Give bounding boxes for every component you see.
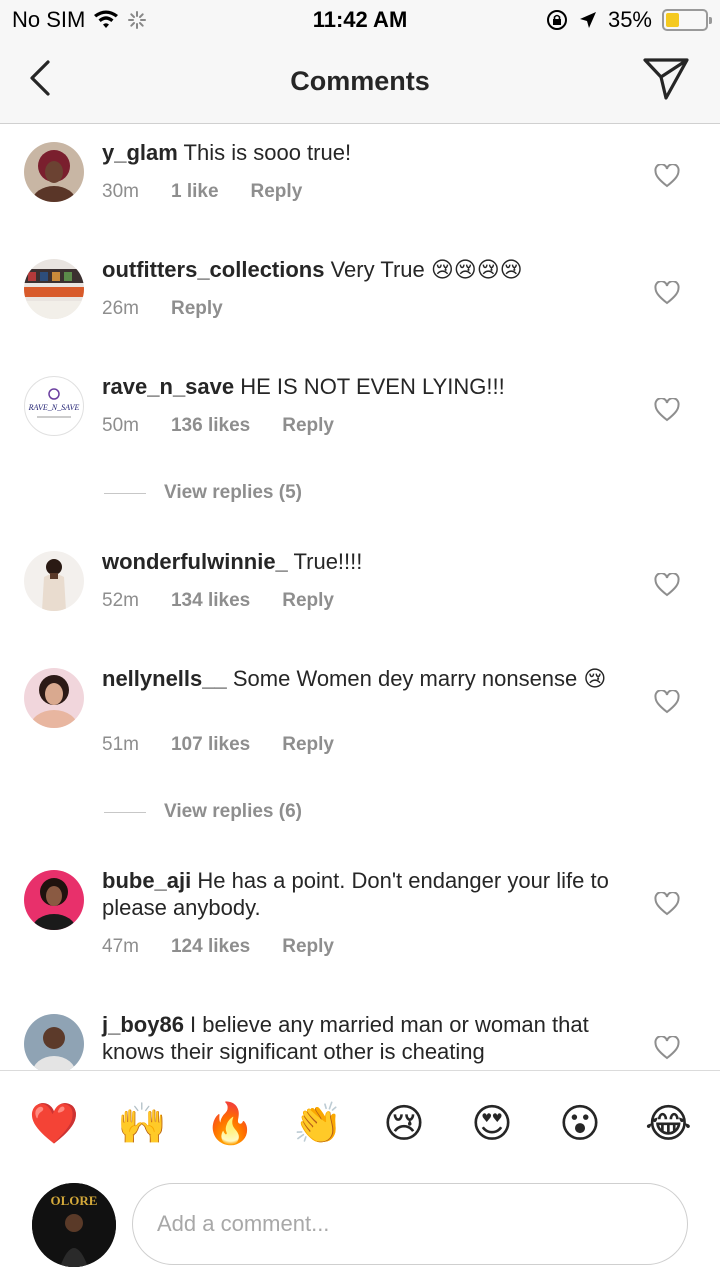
emoji-clapping[interactable]: 👏 [293, 1101, 343, 1147]
avatar[interactable]: RAVE_N_SAVE [24, 376, 84, 436]
rave-avatar-logo-text: RAVE_N_SAVE [28, 403, 80, 412]
comment-time: 47m [102, 936, 139, 957]
comment-username[interactable]: j_boy86 [102, 1012, 184, 1037]
comment-input-bar: OLORE [0, 1175, 720, 1280]
emoji-heart[interactable]: ❤️ [29, 1101, 79, 1147]
comment-body: Very True 😢😢😢😢 [324, 257, 523, 282]
comment-body: HE IS NOT EVEN LYING!!! [234, 374, 505, 399]
reply-button[interactable]: Reply [171, 298, 223, 320]
my-avatar[interactable]: OLORE [32, 1183, 116, 1267]
comments-header: Comments [0, 40, 720, 124]
comment-body: This is sooo true! [177, 140, 352, 165]
heart-outline-icon[interactable] [654, 690, 680, 714]
comment-body: Some Women dey marry nonsense 😢 [226, 666, 607, 691]
view-replies-button[interactable]: View replies (5) [104, 482, 302, 504]
avatar[interactable] [24, 870, 84, 930]
comment-time: 30m [102, 181, 139, 202]
comment-meta: 52m 134 likes Reply [102, 590, 334, 612]
comment-time: 51m [102, 734, 139, 755]
send-icon[interactable] [642, 56, 690, 102]
comment-username[interactable]: rave_n_save [102, 374, 234, 399]
comment-likes[interactable]: 136 likes [171, 415, 250, 437]
comment-likes[interactable]: 107 likes [171, 734, 250, 756]
comment-username[interactable]: nellynells__ [102, 666, 227, 691]
comment-username[interactable]: outfitters_collections [102, 257, 324, 282]
divider [104, 492, 146, 494]
emoji-heart-eyes[interactable]: 😍 [469, 1101, 515, 1147]
status-bar: No SIM 11:42 AM 35% [0, 0, 720, 40]
heart-outline-icon[interactable] [654, 1036, 680, 1060]
avatar[interactable] [24, 142, 84, 202]
view-replies-label[interactable]: View replies (5) [164, 482, 302, 504]
view-replies-label[interactable]: View replies (6) [164, 801, 302, 823]
comment-username[interactable]: y_glam [102, 140, 178, 165]
heart-outline-icon[interactable] [654, 573, 680, 597]
orientation-lock-icon [546, 10, 567, 30]
comment-input[interactable] [132, 1183, 688, 1265]
comment-username[interactable]: wonderfulwinnie_ [102, 549, 288, 574]
emoji-quick-bar: ❤️ 🙌 🔥 👏 😢 😍 😮 😂 [0, 1070, 720, 1175]
comment-text: j_boy86 I believe any married man or wom… [102, 1011, 627, 1065]
comment-likes[interactable]: 134 likes [171, 590, 250, 612]
divider [104, 811, 146, 813]
comment-meta: 30m 1 like Reply [102, 181, 302, 203]
comment-body: True!!!! [287, 549, 363, 574]
comment-text: outfitters_collections Very True 😢😢😢😢 [102, 256, 627, 283]
location-arrow-icon [579, 12, 596, 28]
comment-text: rave_n_save HE IS NOT EVEN LYING!!! [102, 373, 627, 400]
reply-button[interactable]: Reply [282, 590, 334, 612]
emoji-crying[interactable]: 😢 [381, 1101, 427, 1147]
comment-time: 52m [102, 590, 139, 611]
comment-time: 26m [102, 298, 139, 319]
comments-list[interactable]: y_glam This is sooo true! 30m 1 like Rep… [0, 125, 720, 1070]
avatar[interactable] [24, 1014, 84, 1070]
avatar[interactable] [24, 551, 84, 611]
avatar[interactable] [24, 259, 84, 319]
heart-outline-icon[interactable] [654, 892, 680, 916]
comment-meta: 26m Reply [102, 298, 223, 320]
comment-text: nellynells__ Some Women dey marry nonsen… [102, 665, 627, 692]
comment-text: bube_aji He has a point. Don't endanger … [102, 867, 627, 921]
emoji-raised-hands[interactable]: 🙌 [117, 1101, 167, 1147]
comment-meta: 47m 124 likes Reply [102, 936, 334, 958]
comment-likes[interactable]: 1 like [171, 181, 219, 203]
comment-time: 50m [102, 415, 139, 436]
comment-meta: 51m 107 likes Reply [102, 734, 334, 756]
battery-percent: 35% [607, 7, 652, 32]
avatar[interactable] [24, 668, 84, 728]
status-right: 35% [546, 7, 712, 33]
reply-button[interactable]: Reply [282, 734, 334, 756]
heart-outline-icon[interactable] [654, 398, 680, 422]
battery-fill [666, 13, 680, 27]
comment-text: y_glam This is sooo true! [102, 139, 627, 166]
comment-text: wonderfulwinnie_ True!!!! [102, 548, 627, 575]
view-replies-button[interactable]: View replies (6) [104, 801, 302, 823]
reply-button[interactable]: Reply [282, 415, 334, 437]
emoji-surprised[interactable]: 😮 [557, 1101, 603, 1147]
emoji-laughing[interactable]: 😂 [645, 1101, 692, 1147]
comment-meta: 50m 136 likes Reply [102, 415, 334, 437]
page-title: Comments [290, 66, 430, 96]
comment-likes[interactable]: 124 likes [171, 936, 250, 958]
reply-button[interactable]: Reply [251, 181, 303, 203]
comment-username[interactable]: bube_aji [102, 868, 191, 893]
emoji-fire[interactable]: 🔥 [205, 1101, 255, 1147]
heart-outline-icon[interactable] [654, 164, 680, 188]
reply-button[interactable]: Reply [282, 936, 334, 958]
my-avatar-logo-text: OLORE [51, 1193, 98, 1208]
heart-outline-icon[interactable] [654, 281, 680, 305]
battery-icon [662, 9, 712, 31]
